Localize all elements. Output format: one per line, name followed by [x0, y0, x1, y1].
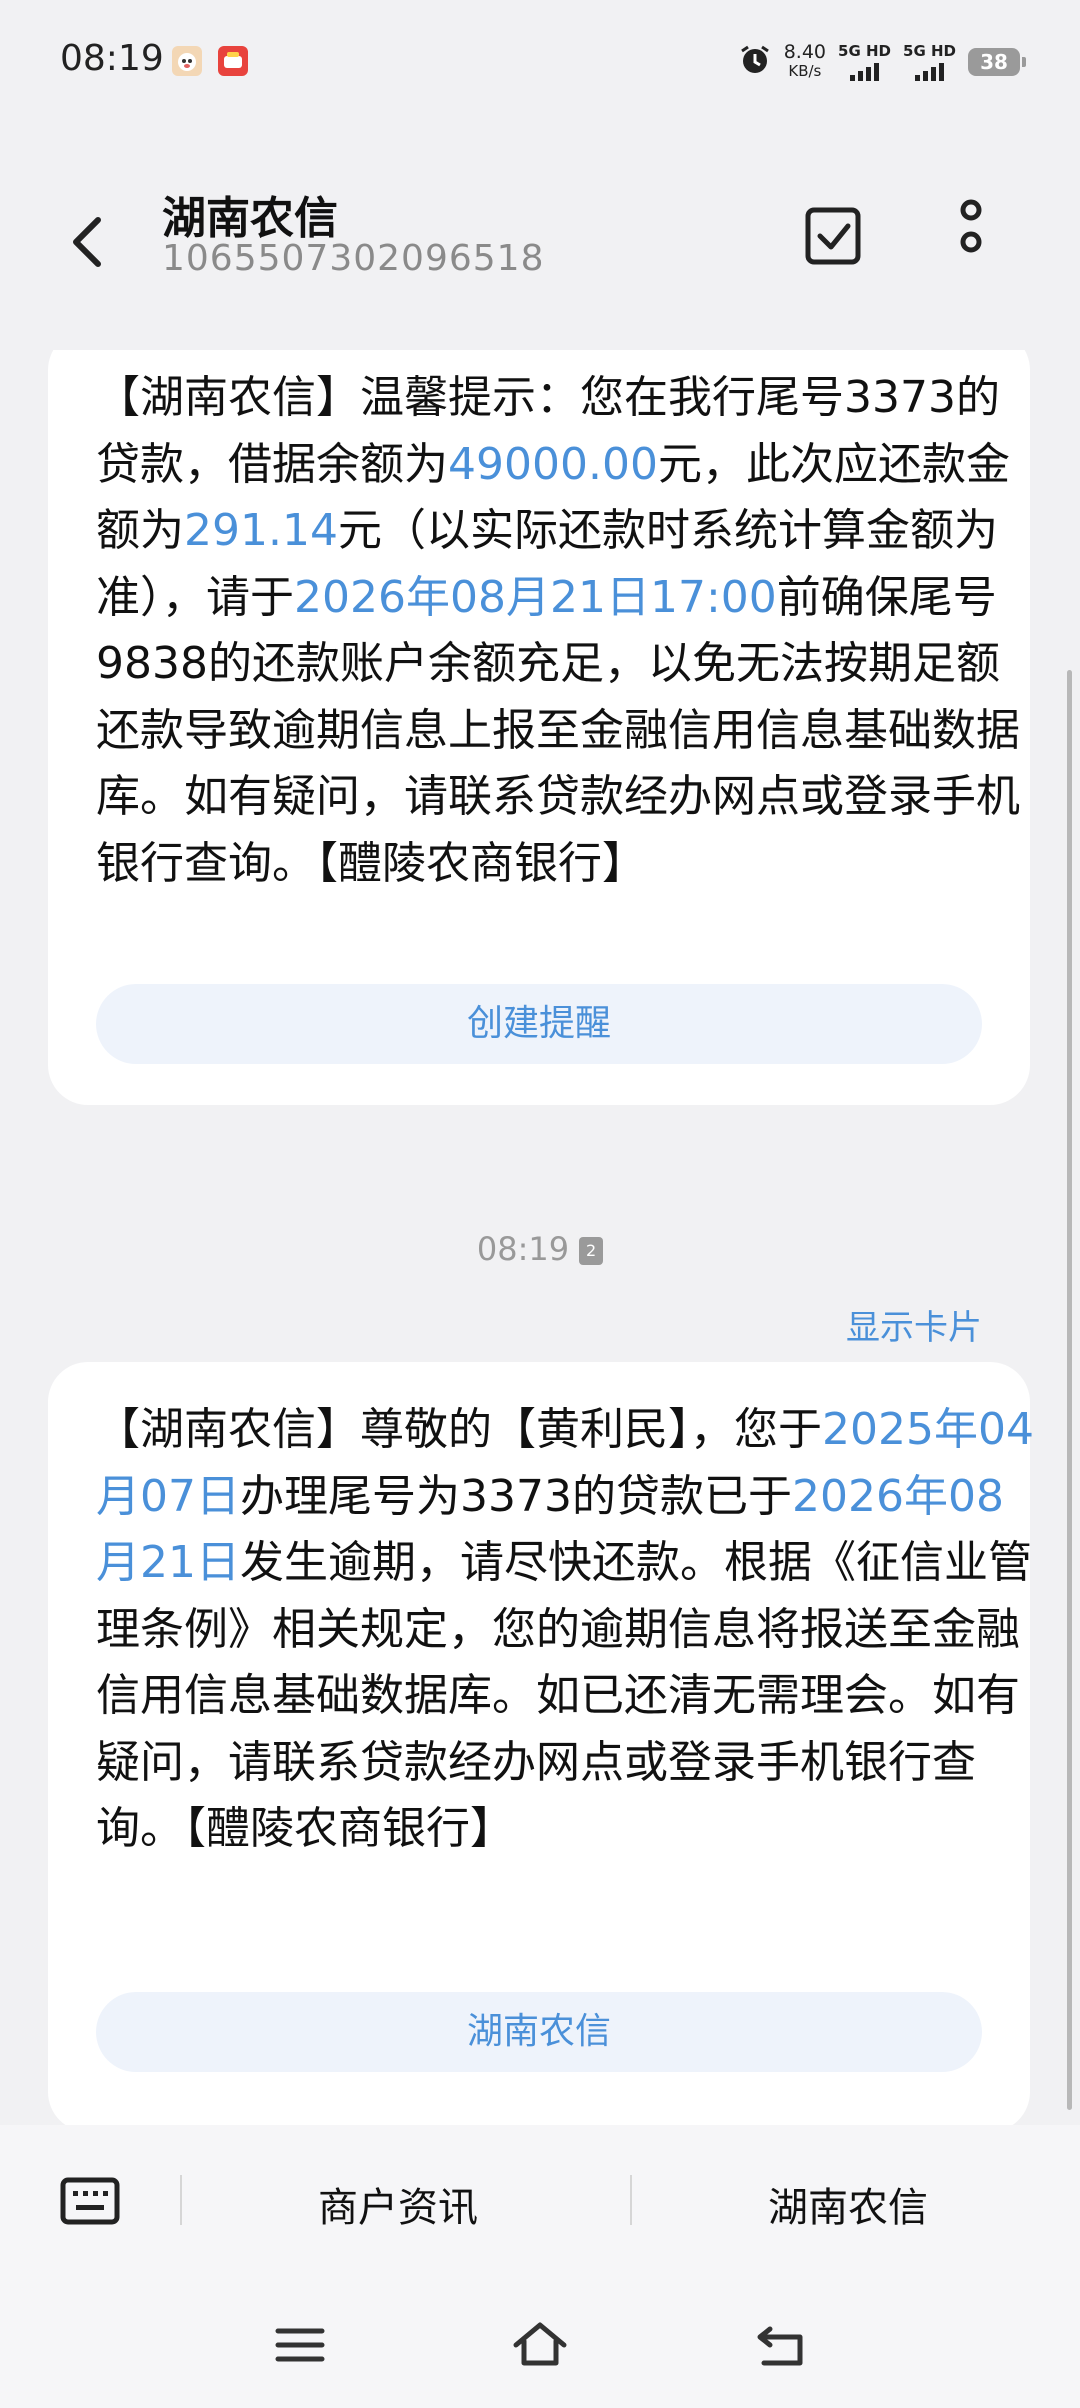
status-bar: 08:19 8.40 KB/s 5G HD 5G HD 38: [0, 0, 1080, 130]
home-icon: [513, 2322, 567, 2366]
status-right: 8.40 KB/s 5G HD 5G HD 38: [738, 40, 1026, 81]
nav-back-button[interactable]: [750, 2315, 810, 2375]
create-reminder-button[interactable]: 创建提醒: [96, 984, 982, 1064]
contact-number: 1065507302096518: [162, 238, 545, 279]
show-card-link[interactable]: 显示卡片: [846, 1300, 982, 1349]
conversation-header: 湖南农信 1065507302096518: [0, 130, 1080, 350]
message-text: 【湖南农信】温馨提示：您在我行尾号3373的贷款，借据余额为49000.00元，…: [96, 365, 1036, 897]
nav-home-button[interactable]: [510, 2315, 570, 2375]
status-time: 08:19: [60, 38, 164, 79]
menu-merchant-news[interactable]: 商户资讯: [318, 2175, 478, 2233]
checkbox-icon: [805, 207, 861, 265]
more-vertical-icon: [960, 199, 982, 253]
battery-icon: 38: [968, 47, 1026, 76]
system-navigation-bar: [0, 2285, 1080, 2408]
menu-divider: [180, 2175, 182, 2225]
bottom-menu-bar: 商户资讯 湖南农信: [0, 2125, 1080, 2285]
sim2-signal: 5G HD: [903, 42, 956, 81]
notification-app-icon: [218, 46, 248, 76]
back-arrow-icon: [73, 217, 101, 267]
sim1-signal: 5G HD: [838, 42, 891, 81]
contact-title: 湖南农信: [162, 193, 338, 244]
battery-level: 38: [980, 49, 1008, 74]
nav-menu-button[interactable]: [270, 2315, 330, 2375]
message-card: 【湖南农信】尊敬的【黄利民】，您于2025年04月07日办理尾号为3373的贷款…: [48, 1362, 1034, 2125]
menu-hunan-nongxin[interactable]: 湖南农信: [768, 2175, 928, 2233]
network-speed-unit: KB/s: [788, 61, 822, 80]
more-options-button[interactable]: [935, 198, 1005, 278]
menu-icon: [275, 2328, 325, 2362]
sim1-label: 5G HD: [838, 42, 892, 60]
sender-card-button[interactable]: 湖南农信: [96, 1992, 982, 2072]
select-button[interactable]: [800, 198, 870, 278]
sim2-label: 5G HD: [903, 42, 956, 60]
network-speed-value: 8.40: [783, 40, 827, 63]
highlighted-value[interactable]: 49000.00: [448, 439, 658, 490]
message-text: 【湖南农信】尊敬的【黄利民】，您于2025年04月07日办理尾号为3373的贷款…: [96, 1397, 1036, 1863]
highlighted-value[interactable]: 2026年08月21日17:00: [294, 572, 777, 623]
signal-bars-icon: [915, 63, 944, 81]
message-segment: 【湖南农信】尊敬的【黄利民】，您于: [96, 1404, 822, 1455]
keyboard-icon: [60, 2177, 120, 2225]
message-timestamp: 08:19 2: [0, 1230, 1080, 1268]
back-button[interactable]: [60, 200, 120, 280]
scrollbar[interactable]: [1067, 670, 1072, 2110]
highlighted-value[interactable]: 291.14: [184, 505, 338, 556]
notification-app-icon: [172, 46, 202, 76]
message-segment: 办理尾号为3373的贷款已于: [240, 1470, 792, 1522]
back-icon: [757, 2326, 803, 2366]
keyboard-toggle-button[interactable]: [60, 2177, 120, 2225]
message-list[interactable]: 【湖南农信】温馨提示：您在我行尾号3373的贷款，借据余额为49000.00元，…: [0, 350, 1080, 2125]
sim-card-icon: 2: [579, 1237, 604, 1265]
network-speed: 8.40 KB/s: [783, 40, 827, 81]
menu-divider: [630, 2175, 632, 2225]
timestamp-time: 08:19: [476, 1230, 570, 1268]
signal-bars-icon: [850, 63, 880, 81]
alarm-icon: [738, 43, 772, 81]
message-card: 【湖南农信】温馨提示：您在我行尾号3373的贷款，借据余额为49000.00元，…: [48, 350, 1030, 1105]
